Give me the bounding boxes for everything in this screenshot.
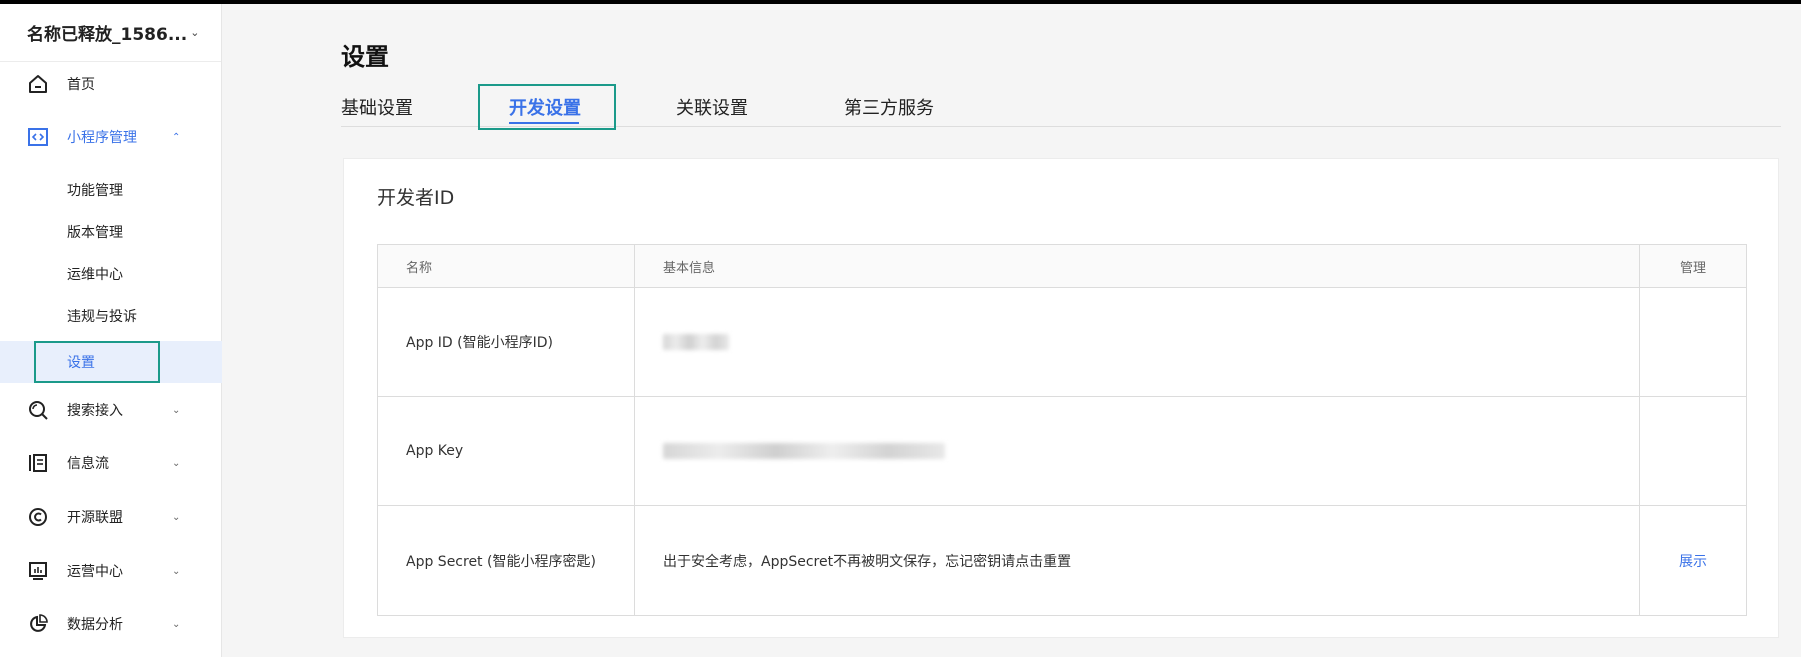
table-row: App Secret (智能小程序密匙) 出于安全考虑，AppSecret不再被… bbox=[378, 506, 1746, 615]
sidebar-subitem-label: 设置 bbox=[67, 355, 95, 371]
chevron-down-icon: ⌄ bbox=[172, 511, 181, 523]
row-name: App ID (智能小程序ID) bbox=[378, 288, 635, 396]
table-row: App ID (智能小程序ID) bbox=[378, 288, 1746, 397]
chevron-down-icon: ⌄ bbox=[172, 565, 181, 577]
sidebar-item-label: 运营中心 bbox=[67, 564, 123, 580]
sidebar: 名称已释放_1586... ⌄ 首页 小程序管理 ⌃ 功能管理 版本管理 运维中… bbox=[0, 4, 222, 657]
sidebar-item-opensource[interactable]: 开源联盟 ⌄ bbox=[0, 496, 222, 538]
sidebar-subitem-violations[interactable]: 违规与投诉 bbox=[0, 295, 222, 337]
sidebar-subitem-ops[interactable]: 运维中心 bbox=[0, 253, 222, 295]
row-info: 出于安全考虑，AppSecret不再被明文保存，忘记密钥请点击重置 bbox=[635, 506, 1640, 615]
sidebar-subitem-settings[interactable]: 设置 bbox=[0, 341, 222, 383]
chevron-down-icon: ⌄ bbox=[172, 618, 181, 630]
sidebar-subitem-features[interactable]: 功能管理 bbox=[0, 169, 222, 211]
sidebar-item-label: 信息流 bbox=[67, 456, 109, 472]
sidebar-item-analytics[interactable]: 数据分析 ⌄ bbox=[0, 603, 222, 645]
tab-third-party[interactable]: 第三方服务 bbox=[844, 94, 934, 120]
copyright-icon bbox=[27, 506, 49, 528]
highlight-box bbox=[34, 341, 160, 383]
table-header-row: 名称 基本信息 管理 bbox=[378, 245, 1746, 288]
sidebar-subitem-label: 功能管理 bbox=[67, 183, 123, 199]
card-title: 开发者ID bbox=[377, 187, 455, 209]
row-name: App Secret (智能小程序密匙) bbox=[378, 506, 635, 615]
row-action bbox=[1640, 397, 1746, 505]
sidebar-item-label: 开源联盟 bbox=[67, 510, 123, 526]
chevron-down-icon: ⌄ bbox=[190, 26, 200, 39]
pie-chart-icon bbox=[27, 613, 49, 635]
active-tab-indicator bbox=[509, 122, 579, 124]
developer-id-table: 名称 基本信息 管理 App ID (智能小程序ID) App Key App … bbox=[377, 244, 1747, 616]
redacted-value bbox=[663, 443, 945, 459]
row-action bbox=[1640, 288, 1746, 396]
sidebar-subitem-label: 版本管理 bbox=[67, 225, 123, 241]
settings-tabs: 基础设置 开发设置 关联设置 第三方服务 bbox=[341, 84, 1781, 130]
sidebar-item-search[interactable]: 搜索接入 ⌄ bbox=[0, 389, 222, 431]
page-title: 设置 bbox=[341, 43, 389, 71]
tab-dev-settings[interactable]: 开发设置 bbox=[509, 94, 581, 120]
sidebar-item-feed[interactable]: 信息流 ⌄ bbox=[0, 442, 222, 484]
row-name: App Key bbox=[378, 397, 635, 505]
chevron-up-icon: ⌃ bbox=[172, 131, 181, 143]
developer-id-card: 开发者ID 名称 基本信息 管理 App ID (智能小程序ID) App Ke… bbox=[343, 158, 1779, 638]
redacted-value bbox=[663, 334, 729, 350]
account-switcher[interactable]: 名称已释放_1586... ⌄ bbox=[0, 4, 221, 62]
column-header-name: 名称 bbox=[378, 245, 635, 287]
search-icon bbox=[27, 399, 49, 421]
sidebar-item-label: 小程序管理 bbox=[67, 130, 137, 146]
column-header-manage: 管理 bbox=[1679, 260, 1706, 276]
sidebar-subitem-label: 运维中心 bbox=[67, 267, 123, 283]
code-icon bbox=[27, 126, 49, 148]
row-info bbox=[635, 397, 1640, 505]
row-info bbox=[635, 288, 1640, 396]
top-border bbox=[0, 0, 1801, 4]
dashboard-icon bbox=[27, 560, 49, 582]
row-action: 展示 bbox=[1640, 506, 1746, 615]
sidebar-subitem-versions[interactable]: 版本管理 bbox=[0, 211, 222, 253]
tab-basic-settings[interactable]: 基础设置 bbox=[341, 94, 413, 120]
sidebar-subitem-label: 违规与投诉 bbox=[67, 309, 137, 325]
column-header-info: 基本信息 bbox=[635, 245, 1640, 287]
sidebar-item-miniprogram[interactable]: 小程序管理 ⌃ bbox=[0, 116, 222, 158]
sidebar-item-label: 搜索接入 bbox=[67, 403, 123, 419]
sidebar-item-label: 数据分析 bbox=[67, 617, 123, 633]
table-row: App Key bbox=[378, 397, 1746, 506]
sidebar-item-home[interactable]: 首页 bbox=[0, 63, 222, 105]
home-icon bbox=[27, 73, 49, 95]
chevron-down-icon: ⌄ bbox=[172, 404, 181, 416]
chevron-down-icon: ⌄ bbox=[172, 457, 181, 469]
sidebar-item-label: 首页 bbox=[67, 77, 95, 93]
feed-icon bbox=[27, 452, 49, 474]
show-secret-link[interactable]: 展示 bbox=[1679, 551, 1707, 571]
account-name: 名称已释放_1586... bbox=[27, 25, 188, 45]
tab-linked-settings[interactable]: 关联设置 bbox=[676, 94, 748, 120]
sidebar-item-operations[interactable]: 运营中心 ⌄ bbox=[0, 550, 222, 592]
